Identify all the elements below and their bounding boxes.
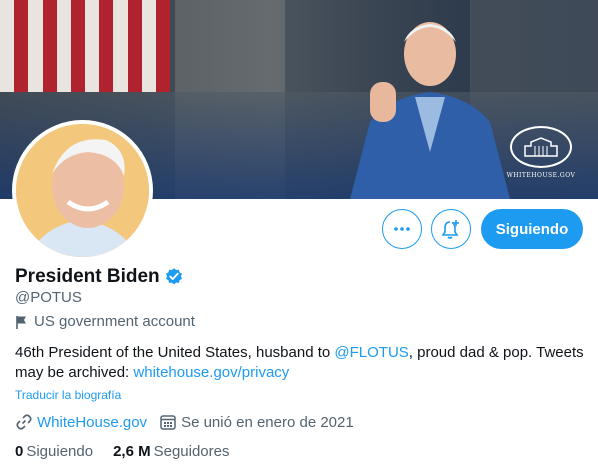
- bio-privacy-link[interactable]: whitehouse.gov/privacy: [133, 364, 289, 381]
- government-account-text: US government account: [34, 313, 195, 330]
- followers-stat[interactable]: 2,6 M Seguidores: [113, 443, 229, 460]
- website-item: WhiteHouse.gov: [15, 413, 147, 431]
- profile-stats: 0 Siguiendo 2,6 M Seguidores: [15, 443, 249, 460]
- more-icon: [394, 227, 410, 231]
- following-stat[interactable]: 0 Siguiendo: [15, 443, 93, 460]
- name-row: President Biden: [15, 266, 184, 288]
- verified-badge-icon[interactable]: [164, 267, 184, 287]
- link-icon: [16, 414, 32, 430]
- translate-bio-link[interactable]: Traducir la biografía: [15, 388, 121, 402]
- government-account-label[interactable]: US government account: [15, 313, 195, 330]
- profile-meta: WhiteHouse.gov Se unió en enero de 2021: [15, 413, 366, 431]
- followers-label: Seguidores: [153, 443, 230, 460]
- notifications-button[interactable]: [431, 209, 471, 249]
- flag-icon: [16, 315, 26, 329]
- profile-name: President Biden: [15, 266, 160, 287]
- bell-plus-icon: [441, 220, 459, 239]
- following-button[interactable]: Siguiendo: [481, 209, 583, 249]
- website-link[interactable]: WhiteHouse.gov: [37, 414, 147, 431]
- calendar-icon: [160, 415, 176, 430]
- whitehouse-logo-text: WHITEHOUSE.GOV: [506, 172, 576, 179]
- following-count: 0: [15, 443, 24, 460]
- whitehouse-logo: WHITEHOUSE.GOV: [505, 126, 577, 179]
- banner-flag: [0, 0, 171, 92]
- profile-handle: @POTUS: [15, 289, 82, 306]
- profile-bio: 46th President of the United States, hus…: [15, 343, 585, 383]
- banner-person-photo: [350, 22, 510, 199]
- following-label: Siguiendo: [26, 443, 94, 460]
- more-options-button[interactable]: [382, 209, 422, 249]
- followers-count: 2,6 M: [113, 443, 151, 460]
- joined-item: Se unió en enero de 2021: [159, 413, 354, 431]
- avatar[interactable]: [12, 120, 153, 261]
- bio-mention-link[interactable]: @FLOTUS: [334, 344, 408, 361]
- bio-text: 46th President of the United States, hus…: [15, 344, 335, 361]
- joined-date: Se unió en enero de 2021: [181, 413, 354, 431]
